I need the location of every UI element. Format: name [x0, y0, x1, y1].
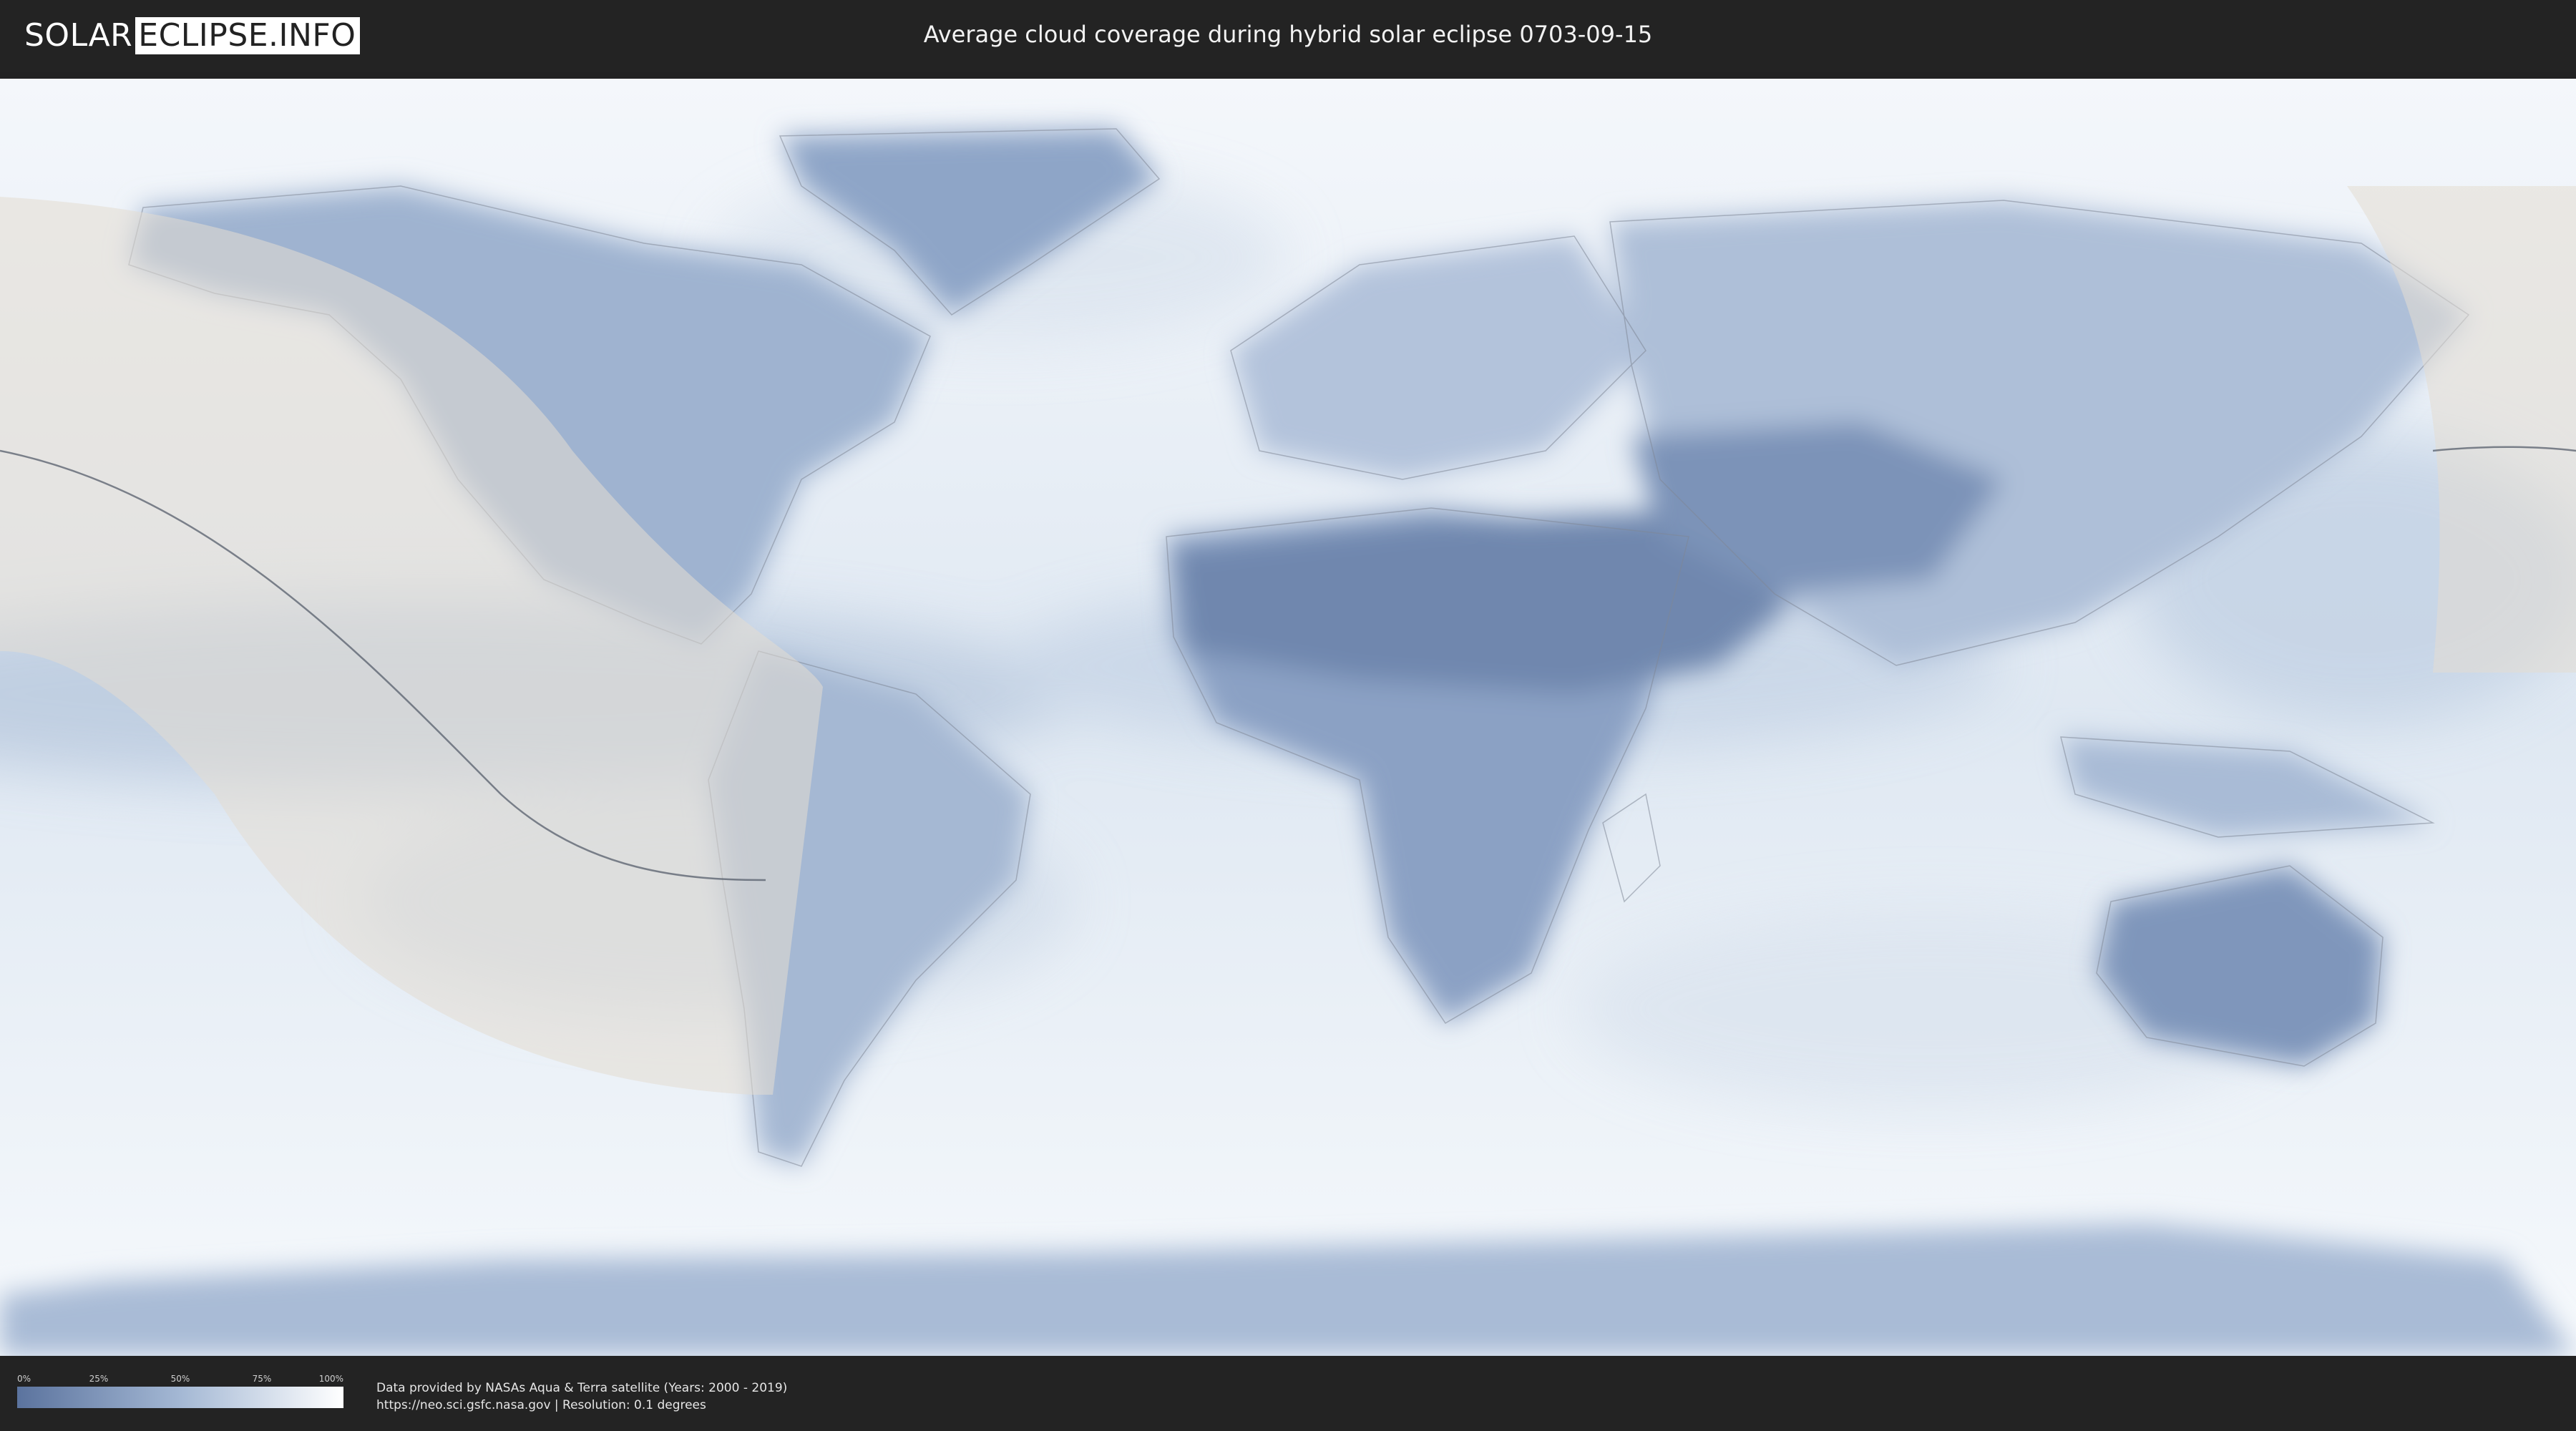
- legend-tick-100: 100%: [318, 1374, 343, 1384]
- legend-tick-0: 0%: [17, 1374, 31, 1384]
- legend-gradient-bar: [17, 1387, 343, 1408]
- legend-ticks: 0% 25% 50% 75% 100%: [17, 1374, 343, 1387]
- header-bar: SOLAR ECLIPSE.INFO Average cloud coverag…: [0, 0, 2576, 72]
- legend-tick-50: 50%: [170, 1374, 190, 1384]
- credit-line-url[interactable]: https://neo.sci.gsfc.nasa.gov | Resoluti…: [376, 1397, 787, 1414]
- footer-bar: 0% 25% 50% 75% 100% Data provided by NAS…: [0, 1359, 2576, 1431]
- data-credit: Data provided by NASAs Aqua & Terra sate…: [376, 1379, 787, 1414]
- cloud-coverage-map[interactable]: [0, 79, 2576, 1356]
- cloud-coverage-legend: 0% 25% 50% 75% 100%: [17, 1374, 343, 1408]
- legend-tick-25: 25%: [89, 1374, 109, 1384]
- page-title: Average cloud coverage during hybrid sol…: [923, 21, 1653, 48]
- map-canvas: [0, 79, 2576, 1356]
- credit-line-source: Data provided by NASAs Aqua & Terra sate…: [376, 1381, 788, 1395]
- legend-tick-75: 75%: [252, 1374, 272, 1384]
